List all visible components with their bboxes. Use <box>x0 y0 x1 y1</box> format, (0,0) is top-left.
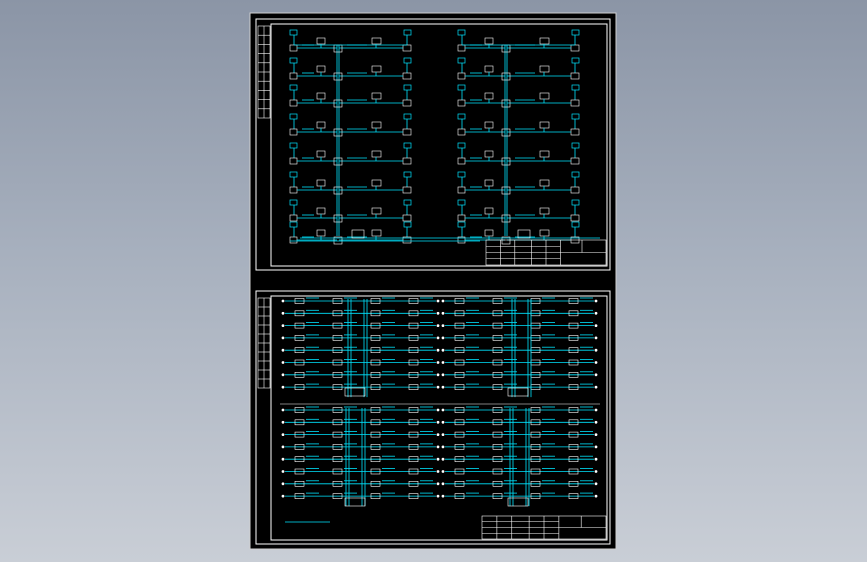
terminal-dot <box>281 336 285 340</box>
terminal-dot <box>436 361 440 364</box>
terminal-dot <box>441 433 445 436</box>
terminal-dot <box>594 445 598 449</box>
terminal-dot <box>281 433 285 436</box>
terminal-dot <box>281 348 285 352</box>
terminal-dot <box>436 470 440 473</box>
terminal-dot <box>436 324 440 327</box>
terminal-dot <box>436 336 440 340</box>
terminal-dot <box>281 324 285 327</box>
terminal-dot <box>594 385 598 389</box>
terminal-dot <box>594 420 598 424</box>
terminal-dot <box>594 482 598 486</box>
terminal-dot <box>441 470 445 473</box>
terminal-dot <box>436 494 440 498</box>
terminal-dot <box>281 299 285 303</box>
terminal-dot <box>436 445 440 449</box>
terminal-dot <box>594 361 598 364</box>
terminal-dot <box>436 433 440 436</box>
terminal-dot <box>436 385 440 389</box>
terminal-dot <box>594 299 598 303</box>
drawing-canvas <box>249 12 617 550</box>
cad-viewport <box>0 0 867 562</box>
terminal-dot <box>281 373 285 377</box>
terminal-dot <box>441 457 445 461</box>
terminal-dot <box>441 311 445 315</box>
terminal-dot <box>281 470 285 473</box>
terminal-dot <box>594 336 598 340</box>
terminal-dot <box>281 457 285 461</box>
terminal-dot <box>441 482 445 486</box>
terminal-dot <box>281 420 285 424</box>
terminal-dot <box>436 408 440 412</box>
terminal-dot <box>594 373 598 377</box>
terminal-dot <box>441 385 445 389</box>
terminal-dot <box>594 470 598 473</box>
terminal-dot <box>436 348 440 352</box>
terminal-dot <box>436 299 440 303</box>
terminal-dot <box>441 445 445 449</box>
terminal-dot <box>281 361 285 364</box>
terminal-dot <box>436 482 440 486</box>
terminal-dot <box>281 494 285 498</box>
terminal-dot <box>594 494 598 498</box>
terminal-dot <box>281 311 285 315</box>
terminal-dot <box>281 482 285 486</box>
terminal-dot <box>441 361 445 364</box>
terminal-dot <box>441 420 445 424</box>
terminal-dot <box>441 494 445 498</box>
terminal-dot <box>281 445 285 449</box>
terminal-dot <box>594 433 598 436</box>
terminal-dot <box>594 324 598 327</box>
terminal-dot <box>441 299 445 303</box>
terminal-dot <box>441 408 445 412</box>
terminal-dot <box>436 311 440 315</box>
terminal-dot <box>441 348 445 352</box>
terminal-dot <box>594 408 598 412</box>
terminal-dot <box>436 373 440 377</box>
terminal-dot <box>594 457 598 461</box>
terminal-dot <box>436 420 440 424</box>
terminal-dot <box>594 311 598 315</box>
terminal-dot <box>441 324 445 327</box>
terminal-dot <box>281 408 285 412</box>
terminal-dot <box>436 457 440 461</box>
terminal-dot <box>281 385 285 389</box>
terminal-dot <box>441 373 445 377</box>
terminal-dot <box>441 336 445 340</box>
terminal-dot <box>594 348 598 352</box>
